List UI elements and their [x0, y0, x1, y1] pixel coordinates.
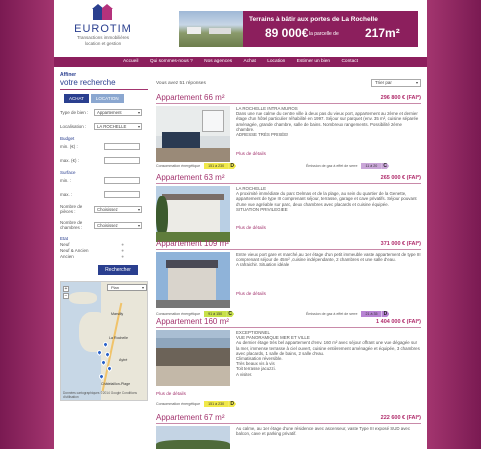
nav-item-location[interactable]: Location: [262, 57, 290, 67]
listing-title[interactable]: Appartement 160 m²: [156, 317, 229, 326]
listing-description: Au calme, au 1er étage d'une résidence a…: [236, 426, 411, 437]
map-type-select[interactable]: Plan: [107, 284, 147, 291]
map-label: Marsilly: [111, 312, 124, 316]
main-nav: Accueil Qui sommes-nous ? Nos agences Ac…: [54, 57, 427, 67]
etat-option[interactable]: Neuf ●: [60, 242, 148, 247]
transaction-tabs: ACHAT LOCATION: [64, 94, 148, 103]
nav-item-accueil[interactable]: Accueil: [118, 57, 143, 67]
map-credit: Données cartographiques ©2014 Google Con…: [63, 391, 137, 399]
banner-area: 217m²: [365, 26, 400, 40]
location-select[interactable]: LA ROCHELLE: [94, 122, 142, 130]
listing-price: 371 000 € (FAI*): [380, 241, 421, 247]
energy-rating: Consommation énergétique 151 à 230 D: [156, 401, 237, 407]
banner-photo: [179, 11, 243, 47]
zoom-out-icon[interactable]: −: [63, 293, 69, 299]
listing-title[interactable]: Appartement 109 m²: [156, 239, 229, 248]
listing-photo[interactable]: [156, 330, 230, 386]
listing-price: 296 800 € (FAI*): [380, 95, 421, 101]
divider: [60, 89, 148, 90]
more-details-link[interactable]: Plus de détails: [156, 391, 186, 396]
surface-heading: Surface: [60, 170, 76, 175]
listing-description: LA ROCHELLE INTRA MUROS Dans une rue cal…: [236, 106, 419, 138]
etat-option[interactable]: Neuf & Ancien ●: [60, 248, 148, 253]
budget-max-label: max. (€) :: [60, 157, 80, 163]
surface-max-label: max. :: [60, 191, 73, 197]
sort-select[interactable]: Trier par: [371, 79, 421, 87]
listing[interactable]: Appartement 160 m² 1 404 000 € (FAI*) EX…: [156, 317, 421, 411]
chambres-label: Nombre de chambres :: [60, 220, 83, 230]
budget-min-label: min. (€) :: [60, 143, 78, 149]
listing-price: 265 000 € (FAI*): [380, 175, 421, 181]
listing-price: 1 404 000 € (FAI*): [376, 319, 421, 325]
radio-icon: ●: [121, 242, 124, 247]
listing-description: EXCEPTIONNEL VUE PANORAMIQUE MER ET VILL…: [236, 330, 420, 377]
listing-title[interactable]: Appartement 63 m²: [156, 173, 224, 182]
radio-icon: ●: [121, 254, 124, 259]
more-details-link[interactable]: Plus de détails: [236, 151, 266, 156]
listing-title[interactable]: Appartement 67 m²: [156, 413, 224, 422]
tab-achat[interactable]: ACHAT: [64, 94, 89, 103]
results-count: Vous avez 51 réponses: [156, 81, 206, 86]
logo-house-icon: [91, 4, 115, 22]
nav-item-achat[interactable]: Achat: [239, 57, 261, 67]
surface-min-label: min. :: [60, 177, 72, 183]
etat-option[interactable]: Ancien ●: [60, 254, 148, 259]
nav-item-nos-agences[interactable]: Nos agences: [199, 57, 237, 67]
type-label: Type de bien :: [60, 109, 89, 115]
surface-max-input[interactable]: [104, 190, 140, 198]
map[interactable]: + − Plan Marsilly La Rochelle Aytré Chât…: [60, 281, 148, 401]
chambres-select[interactable]: Choisissez: [94, 221, 142, 229]
pieces-select[interactable]: Choisissez: [94, 205, 142, 213]
listing[interactable]: Appartement 67 m² 222 600 € (FAI*) Au ca…: [156, 413, 421, 449]
search-sidebar: Affiner votre recherche ACHAT LOCATION T…: [60, 72, 148, 449]
search-button[interactable]: Rechercher: [98, 265, 138, 275]
listing-photo[interactable]: [156, 106, 230, 162]
map-label: Châtelaillon-Plage: [101, 382, 131, 386]
map-label: Aytré: [119, 358, 128, 362]
budget-max-input[interactable]: [104, 156, 140, 164]
nav-item-estimer[interactable]: Estimer un bien: [292, 57, 335, 67]
map-label: La Rochelle: [109, 336, 128, 340]
surface-min-input[interactable]: [104, 176, 140, 184]
listing-photo[interactable]: [156, 186, 230, 242]
listing[interactable]: Appartement 63 m² 265 000 € (FAI*) LA RO…: [156, 173, 421, 242]
listing[interactable]: Appartement 66 m² 296 800 € (FAI*) LA RO…: [156, 93, 421, 173]
type-select[interactable]: Appartement: [94, 108, 142, 116]
listing-photo[interactable]: [156, 426, 230, 449]
radio-icon: ●: [121, 248, 124, 253]
listing-title[interactable]: Appartement 66 m²: [156, 93, 224, 102]
tab-location[interactable]: LOCATION: [90, 94, 124, 103]
results: Vous avez 51 réponses Trier par Appartem…: [156, 79, 421, 449]
etat-heading: Etat: [60, 236, 69, 241]
logo-name: EUROTIM: [74, 23, 132, 35]
header: EUROTIM Transactions immobilières locati…: [54, 0, 427, 57]
budget-min-input[interactable]: [104, 142, 140, 150]
zoom-in-icon[interactable]: +: [63, 286, 69, 292]
more-details-link[interactable]: Plus de détails: [236, 291, 266, 296]
nav-item-qui-sommes-nous[interactable]: Qui sommes-nous ?: [145, 57, 198, 67]
ges-rating: Émission de gaz à effet de serre 11 à 20…: [306, 163, 390, 169]
location-label: Localisation :: [60, 123, 87, 129]
nav-item-contact[interactable]: Contact: [336, 57, 363, 67]
zoom-controls: + −: [63, 286, 69, 300]
listing-photo[interactable]: [156, 252, 230, 308]
banner-sub: la parcelle de: [309, 31, 339, 37]
listing-description: LA ROCHELLE A proximité immédiate du par…: [236, 186, 417, 212]
listing-price: 222 600 € (FAI*): [380, 415, 421, 421]
more-details-link[interactable]: Plus de détails: [236, 225, 266, 230]
banner-price: 89 000€: [265, 26, 309, 40]
promo-banner[interactable]: Terrains à bâtir aux portes de La Rochel…: [179, 11, 418, 47]
energy-rating: Consommation énergétique 151 à 230 D: [156, 163, 237, 169]
logo[interactable]: EUROTIM Transactions immobilières locati…: [68, 4, 138, 54]
sidebar-title: votre recherche: [60, 78, 116, 87]
logo-tagline: Transactions immobilières location et ge…: [76, 35, 130, 46]
listing[interactable]: Appartement 109 m² 371 000 € (FAI*) Entr…: [156, 239, 421, 323]
banner-headline: Terrains à bâtir aux portes de La Rochel…: [249, 16, 378, 23]
page: EUROTIM Transactions immobilières locati…: [54, 0, 427, 449]
pieces-label: Nombre de pièces :: [60, 204, 83, 214]
listing-description: Entre vieux port gare et marché,au 1er é…: [236, 252, 421, 268]
budget-heading: Budget: [60, 136, 75, 141]
